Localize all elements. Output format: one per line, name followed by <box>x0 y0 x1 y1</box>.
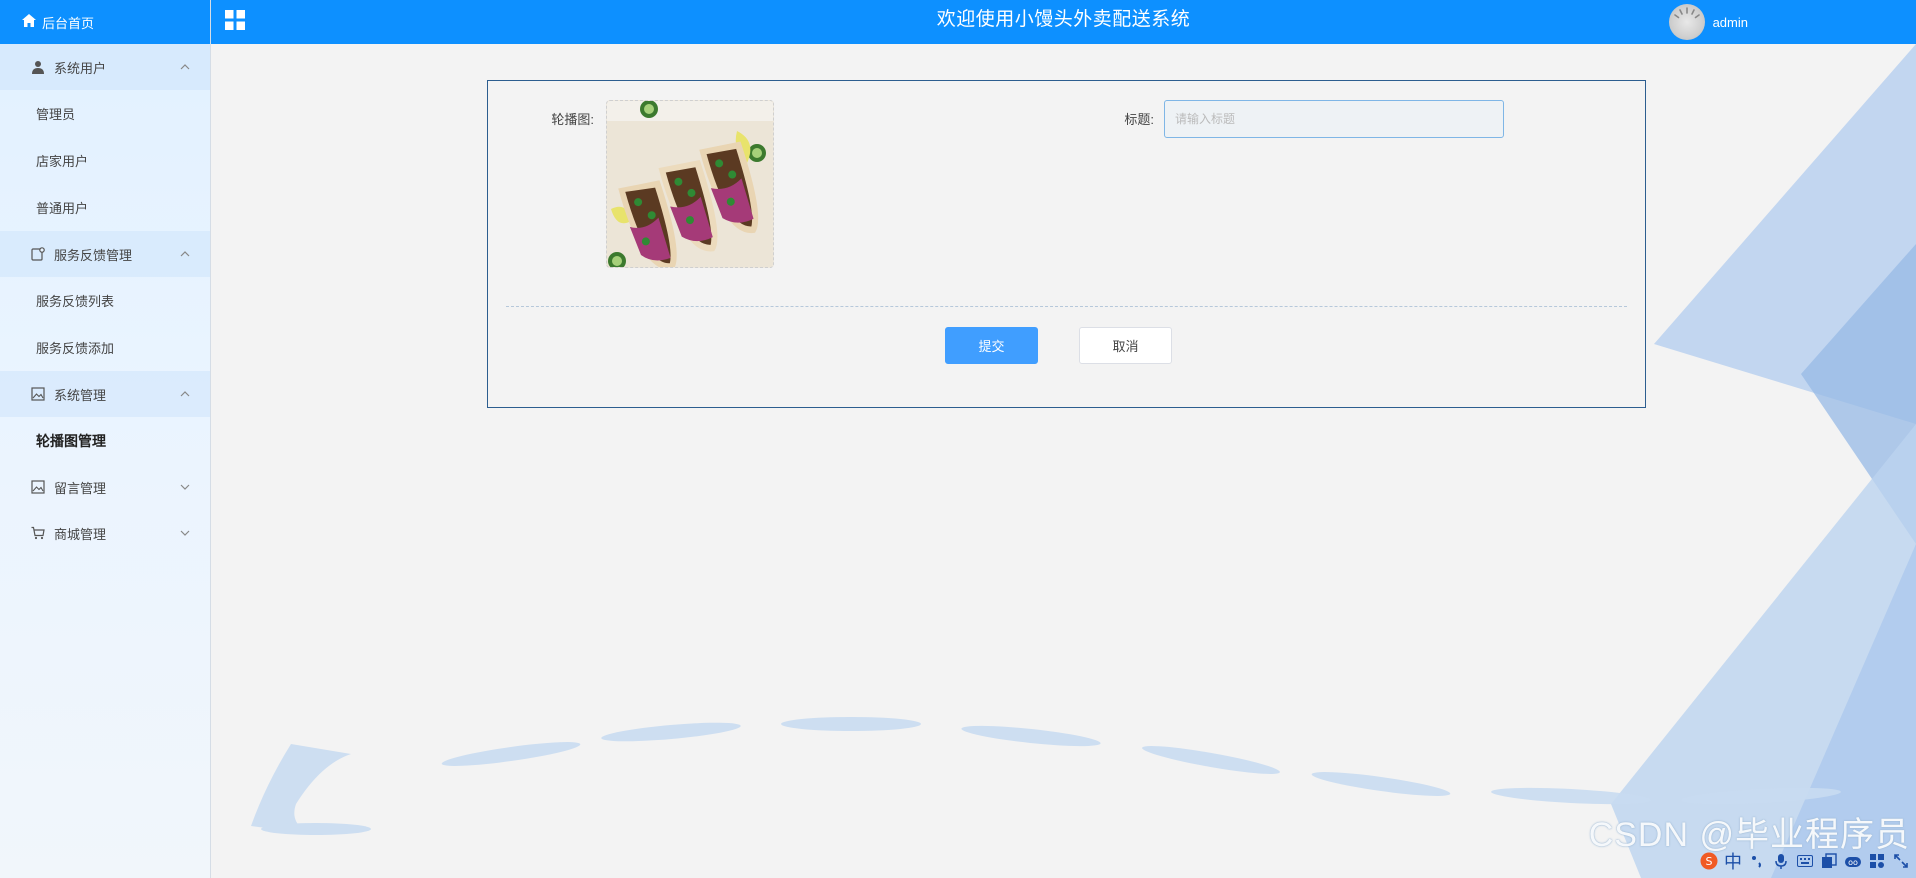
feedback-icon <box>30 246 46 262</box>
ime-toolbar: S 中 oo <box>1626 844 1916 878</box>
chevron-up-icon <box>180 249 190 259</box>
title-input[interactable] <box>1164 100 1504 138</box>
carousel-image-label: 轮播图: <box>551 112 594 127</box>
sidebar-group-label: 系统管理 <box>54 387 107 403</box>
home-icon <box>22 14 42 30</box>
sogou-logo-icon[interactable]: S <box>1700 852 1718 870</box>
chevron-down-icon <box>180 482 190 492</box>
submit-button[interactable]: 提交 <box>945 327 1038 364</box>
sidebar-group-label: 商城管理 <box>54 526 107 542</box>
top-header: 欢迎使用小馒头外卖配送系统 admin <box>211 0 1916 44</box>
ime-mode-label[interactable]: 中 <box>1724 848 1742 874</box>
carousel-image-uploader[interactable] <box>606 100 774 268</box>
sidebar-group-mall[interactable]: 商城管理 <box>0 510 210 556</box>
apps-grid-icon[interactable] <box>1868 852 1886 870</box>
page-title: 欢迎使用小馒头外卖配送系统 <box>936 9 1191 30</box>
sidebar-group-feedback[interactable]: 服务反馈管理 <box>0 231 210 277</box>
expand-icon[interactable] <box>1892 852 1910 870</box>
sidebar-item-shop-users[interactable]: 店家用户 <box>0 137 210 184</box>
user-menu[interactable]: admin <box>1668 4 1748 40</box>
sidebar-group-label: 留言管理 <box>54 480 107 496</box>
microphone-icon[interactable] <box>1772 852 1790 870</box>
sidebar-group-system-users[interactable]: 系统用户 <box>0 44 210 90</box>
sidebar-group-system-management[interactable]: 系统管理 <box>0 371 210 417</box>
cancel-button[interactable]: 取消 <box>1079 327 1172 364</box>
sidebar-item-carousel[interactable]: 轮播图管理 <box>0 417 210 464</box>
svg-text:oo: oo <box>1848 858 1858 867</box>
chevron-up-icon <box>180 62 190 72</box>
svg-text:S: S <box>1706 855 1713 868</box>
main-content: 轮播图: 标题: 请输入标题 提交 取消 CSDN @毕业程序员 <box>211 44 1916 878</box>
sidebar-group-label: 系统用户 <box>54 60 107 76</box>
sidebar-item-feedback-list[interactable]: 服务反馈列表 <box>0 277 210 324</box>
skin-icon[interactable] <box>1820 852 1838 870</box>
sidebar-item-normal-users[interactable]: 普通用户 <box>0 184 210 231</box>
carousel-edit-form: 轮播图: 标题: 请输入标题 提交 取消 <box>487 80 1646 408</box>
sidebar-item-admin[interactable]: 管理员 <box>0 90 210 137</box>
chevron-down-icon <box>180 528 190 538</box>
username: admin <box>1712 14 1748 30</box>
image-icon <box>30 479 46 495</box>
sidebar-group-label: 服务反馈管理 <box>54 247 133 263</box>
form-divider <box>506 306 1627 307</box>
keyboard-icon[interactable] <box>1796 852 1814 870</box>
punctuation-icon[interactable] <box>1748 852 1766 870</box>
user-icon <box>30 59 46 75</box>
avatar[interactable] <box>1668 4 1705 40</box>
sidebar-home-link[interactable]: 后台首页 <box>0 0 210 44</box>
title-label: 标题: <box>1124 112 1154 127</box>
chevron-up-icon <box>180 389 190 399</box>
sidebar-group-messages[interactable]: 留言管理 <box>0 464 210 510</box>
image-icon <box>30 386 46 402</box>
cart-icon <box>30 525 46 541</box>
sidebar: 后台首页 系统用户 管理员 店家用户 普通用户 服务反馈管理 服务反馈列表 服务… <box>0 0 211 878</box>
toolbox-icon[interactable]: oo <box>1844 852 1862 870</box>
sidebar-home-label: 后台首页 <box>42 15 95 31</box>
sidebar-item-feedback-add[interactable]: 服务反馈添加 <box>0 324 210 371</box>
taco-image <box>607 101 773 267</box>
